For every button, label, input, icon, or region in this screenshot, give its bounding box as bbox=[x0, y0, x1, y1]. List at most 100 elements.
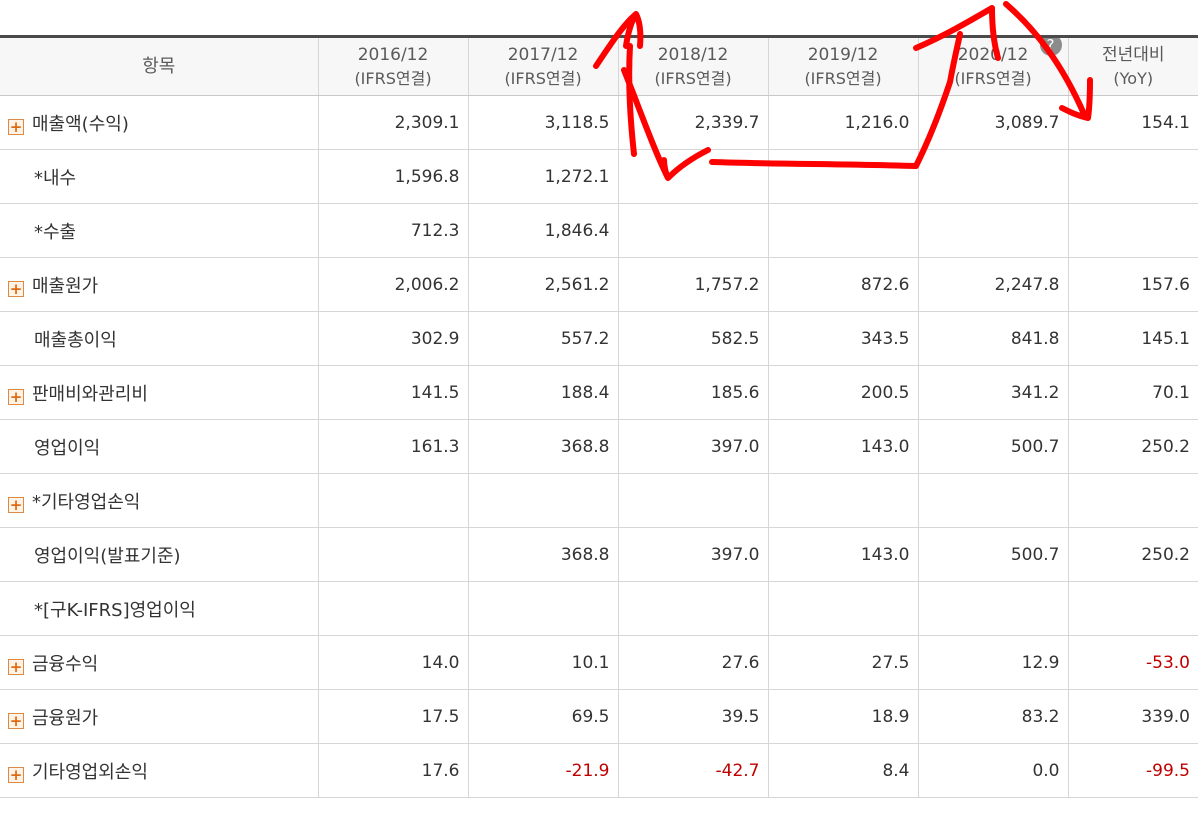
value-cell-2018: 185.6 bbox=[618, 365, 769, 420]
row-label-cell: 매출총이익 bbox=[0, 311, 319, 366]
value-cell-2017: 188.4 bbox=[468, 365, 619, 420]
value-cell-2020: 3,089.7 bbox=[918, 95, 1069, 150]
row-label-cell[interactable]: + 매출액(수익) bbox=[0, 95, 319, 150]
header-col-2017[interactable]: 2017/12 (IFRS연결) bbox=[468, 38, 619, 96]
info-circle-icon[interactable]: ? bbox=[1039, 38, 1062, 56]
value-cell-2016 bbox=[318, 473, 469, 528]
value-cell-2019 bbox=[768, 473, 919, 528]
row-label: 금융원가 bbox=[32, 707, 99, 729]
plus-box-icon[interactable]: + bbox=[8, 658, 24, 675]
value-cell-2016: 302.9 bbox=[318, 311, 469, 366]
row-label: 영업이익(발표기준) bbox=[34, 545, 181, 567]
value-cell-2020: 500.7 bbox=[918, 527, 1069, 582]
value-cell-2019: 872.6 bbox=[768, 257, 919, 312]
value-cell-2020: 2,247.8 bbox=[918, 257, 1069, 312]
value-cell-2016 bbox=[318, 527, 469, 582]
row-label-cell[interactable]: + 기타영업외손익 bbox=[0, 743, 319, 798]
value-cell-2017: 368.8 bbox=[468, 419, 619, 474]
value-cell-yoy: 145.1 bbox=[1068, 311, 1198, 366]
table-row: + 금융수익 14.0 10.1 27.6 27.5 12.9 -53.0 bbox=[0, 635, 1198, 690]
row-label-cell[interactable]: + 금융원가 bbox=[0, 689, 319, 744]
table-row: 영업이익 161.3 368.8 397.0 143.0 500.7 250.2 bbox=[0, 419, 1198, 474]
financial-table-container: 항목 2016/12 (IFRS연결) 2017/12 (IFRS연결) 2018/… bbox=[0, 0, 1198, 827]
table-row: + 금융원가 17.5 69.5 39.5 18.9 83.2 339.0 bbox=[0, 689, 1198, 744]
value-cell-2020: 341.2 bbox=[918, 365, 1069, 420]
plus-box-icon[interactable]: + bbox=[8, 496, 24, 513]
header-year: 2020/12 bbox=[957, 44, 1029, 65]
row-label-cell: *[구K-IFRS]영업이익 bbox=[0, 581, 319, 636]
row-label: 매출원가 bbox=[32, 275, 99, 297]
value-cell-2016: 1,596.8 bbox=[318, 149, 469, 204]
value-cell-2016: 712.3 bbox=[318, 203, 469, 258]
value-cell-2017: 69.5 bbox=[468, 689, 619, 744]
value-cell-yoy: -53.0 bbox=[1068, 635, 1198, 690]
value-cell-yoy bbox=[1068, 149, 1198, 204]
row-label-cell[interactable]: + *기타영업손익 bbox=[0, 473, 319, 528]
value-cell-2020: 500.7 bbox=[918, 419, 1069, 474]
value-cell-yoy bbox=[1068, 581, 1198, 636]
value-cell-yoy: 157.6 bbox=[1068, 257, 1198, 312]
value-cell-2017: 557.2 bbox=[468, 311, 619, 366]
value-cell-2019 bbox=[768, 149, 919, 204]
row-label-cell[interactable]: + 금융수익 bbox=[0, 635, 319, 690]
value-cell-2020 bbox=[918, 203, 1069, 258]
value-cell-2018: 2,339.7 bbox=[618, 95, 769, 150]
value-cell-2018: 397.0 bbox=[618, 419, 769, 474]
row-label: 매출총이익 bbox=[34, 329, 117, 351]
value-cell-2020: 12.9 bbox=[918, 635, 1069, 690]
row-label: 기타영업외손익 bbox=[32, 761, 148, 783]
row-label-cell: *수출 bbox=[0, 203, 319, 258]
value-cell-yoy: 339.0 bbox=[1068, 689, 1198, 744]
header-basis: (IFRS연결) bbox=[654, 68, 732, 88]
value-cell-2019: 27.5 bbox=[768, 635, 919, 690]
header-col-2018[interactable]: 2018/12 (IFRS연결) bbox=[618, 38, 769, 96]
header-col-2019[interactable]: 2019/12 (IFRS연결) bbox=[768, 38, 919, 96]
value-cell-yoy bbox=[1068, 473, 1198, 528]
value-cell-2017: 1,846.4 bbox=[468, 203, 619, 258]
plus-box-icon[interactable]: + bbox=[8, 280, 24, 297]
value-cell-2020: 841.8 bbox=[918, 311, 1069, 366]
header-yoy-sub: (YoY) bbox=[1113, 68, 1154, 88]
row-label-cell: 영업이익(발표기준) bbox=[0, 527, 319, 582]
row-label: 금융수익 bbox=[32, 653, 99, 675]
table-row: 영업이익(발표기준) 368.8 397.0 143.0 500.7 250.2 bbox=[0, 527, 1198, 582]
table-body: + 매출액(수익) 2,309.1 3,118.5 2,339.7 1,216.0 3,08… bbox=[0, 95, 1198, 798]
value-cell-2017: 3,118.5 bbox=[468, 95, 619, 150]
value-cell-2019: 18.9 bbox=[768, 689, 919, 744]
plus-box-icon[interactable]: + bbox=[8, 388, 24, 405]
value-cell-2020 bbox=[918, 149, 1069, 204]
value-cell-2018: -42.7 bbox=[618, 743, 769, 798]
plus-box-icon[interactable]: + bbox=[8, 712, 24, 729]
income-statement-table: 항목 2016/12 (IFRS연결) 2017/12 (IFRS연결) 2018/… bbox=[0, 38, 1198, 798]
header-item: 항목 bbox=[0, 38, 319, 96]
value-cell-2019: 8.4 bbox=[768, 743, 919, 798]
value-cell-2018: 582.5 bbox=[618, 311, 769, 366]
header-basis: (IFRS연결) bbox=[354, 68, 432, 88]
header-col-2016[interactable]: 2016/12 (IFRS연결) bbox=[318, 38, 469, 96]
plus-box-icon[interactable]: + bbox=[8, 766, 24, 783]
value-cell-yoy: -99.5 bbox=[1068, 743, 1198, 798]
value-cell-2017: -21.9 bbox=[468, 743, 619, 798]
value-cell-2016 bbox=[318, 581, 469, 636]
value-cell-yoy: 250.2 bbox=[1068, 419, 1198, 474]
value-cell-2017: 1,272.1 bbox=[468, 149, 619, 204]
value-cell-2018 bbox=[618, 149, 769, 204]
value-cell-2016: 17.5 bbox=[318, 689, 469, 744]
row-label-cell[interactable]: + 매출원가 bbox=[0, 257, 319, 312]
header-yoy-title: 전년대비 bbox=[1101, 44, 1165, 65]
table-row: + *기타영업손익 bbox=[0, 473, 1198, 528]
plus-box-icon[interactable]: + bbox=[8, 118, 24, 135]
row-label-cell[interactable]: + 판매비와관리비 bbox=[0, 365, 319, 420]
value-cell-2017: 10.1 bbox=[468, 635, 619, 690]
value-cell-2018: 397.0 bbox=[618, 527, 769, 582]
value-cell-2018 bbox=[618, 581, 769, 636]
header-col-2020[interactable]: ? 2020/12 (IFRS연결) bbox=[918, 38, 1069, 96]
value-cell-2020 bbox=[918, 473, 1069, 528]
row-label-cell: *내수 bbox=[0, 149, 319, 204]
table-row: *수출 712.3 1,846.4 bbox=[0, 203, 1198, 258]
value-cell-2016: 141.5 bbox=[318, 365, 469, 420]
table-row: + 기타영업외손익 17.6 -21.9 -42.7 8.4 0.0 -99.5 bbox=[0, 743, 1198, 798]
value-cell-2017 bbox=[468, 581, 619, 636]
value-cell-2019: 143.0 bbox=[768, 527, 919, 582]
value-cell-2020 bbox=[918, 581, 1069, 636]
